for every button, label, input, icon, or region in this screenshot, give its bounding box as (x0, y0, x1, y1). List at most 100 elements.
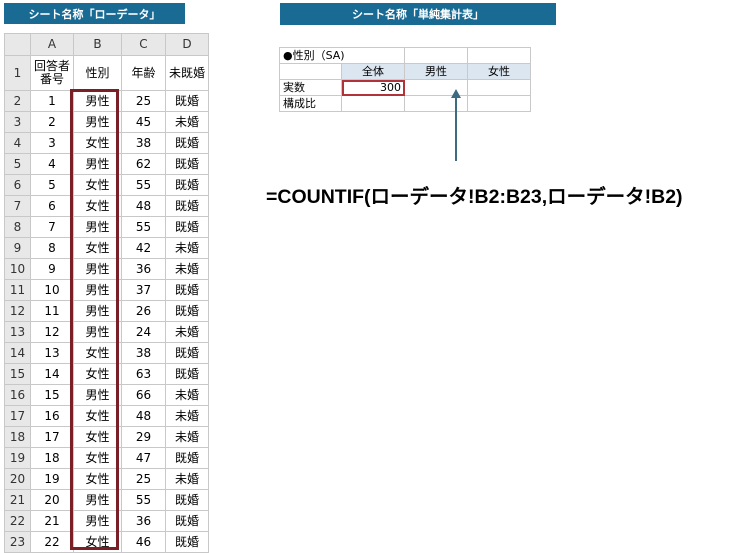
gender-cell[interactable]: 女性 (73, 132, 122, 154)
age-cell[interactable]: 62 (121, 153, 166, 175)
gender-cell[interactable]: 女性 (73, 468, 122, 490)
row-header[interactable]: 8 (4, 216, 31, 238)
row-header[interactable]: 10 (4, 258, 31, 280)
age-cell[interactable]: 48 (121, 405, 166, 427)
marital-status-cell[interactable]: 既婚 (165, 132, 209, 154)
age-cell[interactable]: 38 (121, 132, 166, 154)
age-cell[interactable]: 47 (121, 447, 166, 469)
column-header-c[interactable]: C (121, 33, 166, 56)
age-cell[interactable]: 38 (121, 342, 166, 364)
gender-cell[interactable]: 女性 (73, 342, 122, 364)
row-header[interactable]: 11 (4, 279, 31, 301)
age-cell[interactable]: 37 (121, 279, 166, 301)
respondent-number-cell[interactable]: 7 (30, 216, 74, 238)
respondent-number-cell[interactable]: 12 (30, 321, 74, 343)
summary-cell[interactable] (467, 47, 531, 64)
respondent-number-cell[interactable]: 22 (30, 531, 74, 553)
age-cell[interactable]: 55 (121, 174, 166, 196)
marital-status-cell[interactable]: 既婚 (165, 195, 209, 217)
gender-cell[interactable]: 女性 (73, 405, 122, 427)
respondent-number-cell[interactable]: 11 (30, 300, 74, 322)
gender-cell[interactable]: 男性 (73, 510, 122, 532)
respondent-number-cell[interactable]: 16 (30, 405, 74, 427)
row-header[interactable]: 23 (4, 531, 31, 553)
select-all-corner[interactable] (4, 33, 31, 56)
respondent-number-cell[interactable]: 18 (30, 447, 74, 469)
row-header[interactable]: 12 (4, 300, 31, 322)
age-cell[interactable]: 55 (121, 489, 166, 511)
respondent-number-cell[interactable]: 2 (30, 111, 74, 133)
row-header[interactable]: 5 (4, 153, 31, 175)
age-cell[interactable]: 24 (121, 321, 166, 343)
respondent-number-cell[interactable]: 4 (30, 153, 74, 175)
respondent-number-cell[interactable]: 6 (30, 195, 74, 217)
column-header-b[interactable]: B (73, 33, 122, 56)
row-header[interactable]: 1 (4, 55, 31, 91)
gender-cell[interactable]: 女性 (73, 447, 122, 469)
row-header[interactable]: 20 (4, 468, 31, 490)
header-respondent-number[interactable]: 回答者 番号 (30, 55, 74, 91)
column-header-d[interactable]: D (165, 33, 209, 56)
age-cell[interactable]: 55 (121, 216, 166, 238)
header-gender[interactable]: 性別 (73, 55, 122, 91)
header-age[interactable]: 年齢 (121, 55, 166, 91)
age-cell[interactable]: 29 (121, 426, 166, 448)
summary-cell[interactable] (404, 47, 468, 64)
marital-status-cell[interactable]: 未婚 (165, 384, 209, 406)
respondent-number-cell[interactable]: 13 (30, 342, 74, 364)
marital-status-cell[interactable]: 既婚 (165, 531, 209, 553)
marital-status-cell[interactable]: 未婚 (165, 405, 209, 427)
row-header[interactable]: 16 (4, 384, 31, 406)
row-header[interactable]: 15 (4, 363, 31, 385)
row-header[interactable]: 7 (4, 195, 31, 217)
respondent-number-cell[interactable]: 10 (30, 279, 74, 301)
age-cell[interactable]: 66 (121, 384, 166, 406)
gender-cell[interactable]: 男性 (73, 279, 122, 301)
marital-status-cell[interactable]: 既婚 (165, 174, 209, 196)
row-header[interactable]: 4 (4, 132, 31, 154)
respondent-number-cell[interactable]: 8 (30, 237, 74, 259)
respondent-number-cell[interactable]: 3 (30, 132, 74, 154)
respondent-number-cell[interactable]: 9 (30, 258, 74, 280)
respondent-number-cell[interactable]: 14 (30, 363, 74, 385)
marital-status-cell[interactable]: 既婚 (165, 90, 209, 112)
age-cell[interactable]: 46 (121, 531, 166, 553)
row-header[interactable]: 17 (4, 405, 31, 427)
row-header[interactable]: 19 (4, 447, 31, 469)
marital-status-cell[interactable]: 未婚 (165, 111, 209, 133)
column-header-a[interactable]: A (30, 33, 74, 56)
gender-cell[interactable]: 男性 (73, 300, 122, 322)
count-total-cell[interactable]: 300 (341, 79, 405, 96)
marital-status-cell[interactable]: 既婚 (165, 300, 209, 322)
marital-status-cell[interactable]: 既婚 (165, 342, 209, 364)
row-header[interactable]: 6 (4, 174, 31, 196)
age-cell[interactable]: 45 (121, 111, 166, 133)
age-cell[interactable]: 36 (121, 258, 166, 280)
marital-status-cell[interactable]: 既婚 (165, 363, 209, 385)
header-total[interactable]: 全体 (341, 63, 405, 80)
age-cell[interactable]: 42 (121, 237, 166, 259)
respondent-number-cell[interactable]: 1 (30, 90, 74, 112)
ratio-female-cell[interactable] (467, 95, 531, 112)
gender-cell[interactable]: 男性 (73, 111, 122, 133)
respondent-number-cell[interactable]: 20 (30, 489, 74, 511)
gender-cell[interactable]: 男性 (73, 384, 122, 406)
marital-status-cell[interactable]: 既婚 (165, 279, 209, 301)
row-header[interactable]: 3 (4, 111, 31, 133)
gender-cell[interactable]: 女性 (73, 426, 122, 448)
row-header[interactable]: 9 (4, 237, 31, 259)
age-cell[interactable]: 25 (121, 90, 166, 112)
row-header[interactable]: 13 (4, 321, 31, 343)
respondent-number-cell[interactable]: 21 (30, 510, 74, 532)
respondent-number-cell[interactable]: 17 (30, 426, 74, 448)
age-cell[interactable]: 25 (121, 468, 166, 490)
count-female-cell[interactable] (467, 79, 531, 96)
marital-status-cell[interactable]: 未婚 (165, 321, 209, 343)
gender-cell[interactable]: 男性 (73, 216, 122, 238)
row-label-count[interactable]: 実数 (279, 79, 342, 96)
gender-cell[interactable]: 女性 (73, 174, 122, 196)
age-cell[interactable]: 36 (121, 510, 166, 532)
row-header[interactable]: 21 (4, 489, 31, 511)
header-female[interactable]: 女性 (467, 63, 531, 80)
respondent-number-cell[interactable]: 5 (30, 174, 74, 196)
